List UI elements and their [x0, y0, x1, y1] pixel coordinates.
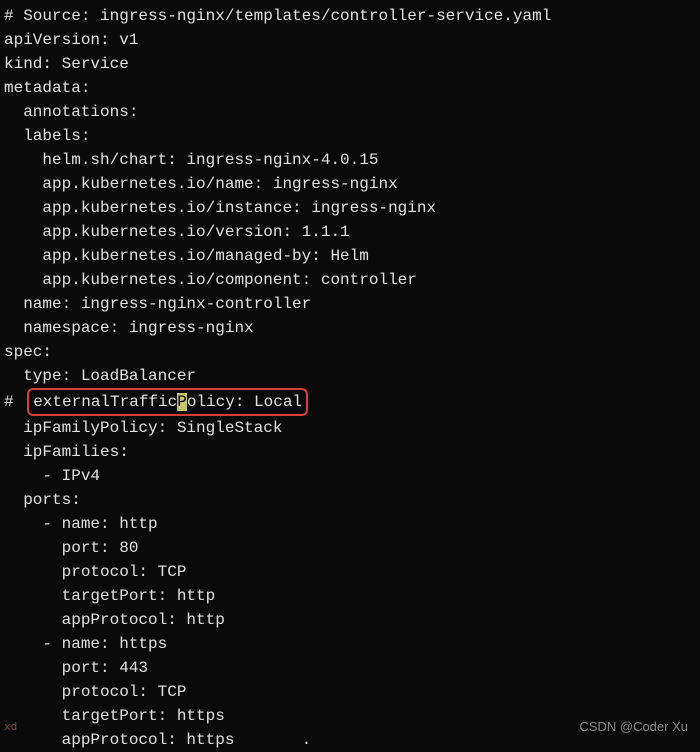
- code-line: helm.sh/chart: ingress-nginx-4.0.15: [4, 148, 696, 172]
- code-line: labels:: [4, 124, 696, 148]
- code-line: - name: http: [4, 512, 696, 536]
- code-line: targetPort: http: [4, 584, 696, 608]
- code-text: olicy: Local: [187, 393, 302, 411]
- comment-prefix: #: [4, 393, 23, 411]
- code-line: app.kubernetes.io/component: controller: [4, 268, 696, 292]
- code-line: namespace: ingress-nginx: [4, 316, 696, 340]
- code-line: name: ingress-nginx-controller: [4, 292, 696, 316]
- watermark-text: CSDN @Coder Xu: [579, 717, 688, 737]
- code-line: apiVersion: v1: [4, 28, 696, 52]
- code-line: spec:: [4, 340, 696, 364]
- highlighted-code-line: # externalTrafficPolicy: Local: [4, 388, 696, 416]
- code-line: port: 443: [4, 656, 696, 680]
- code-line: # Source: ingress-nginx/templates/contro…: [4, 4, 696, 28]
- code-line: app.kubernetes.io/instance: ingress-ngin…: [4, 196, 696, 220]
- code-line: protocol: TCP: [4, 680, 696, 704]
- cursor-position: P: [177, 393, 187, 411]
- highlight-box: externalTrafficPolicy: Local: [27, 388, 308, 416]
- code-line: ipFamilies:: [4, 440, 696, 464]
- code-line: app.kubernetes.io/managed-by: Helm: [4, 244, 696, 268]
- code-line: type: LoadBalancer: [4, 364, 696, 388]
- code-text: externalTraffic: [33, 393, 177, 411]
- code-line: annotations:: [4, 100, 696, 124]
- code-block: # Source: ingress-nginx/templates/contro…: [4, 4, 696, 752]
- code-line: kind: Service: [4, 52, 696, 76]
- code-line: ports:: [4, 488, 696, 512]
- code-line: - name: https: [4, 632, 696, 656]
- code-line: app.kubernetes.io/version: 1.1.1: [4, 220, 696, 244]
- left-marker: xd: [4, 720, 17, 737]
- code-line: app.kubernetes.io/name: ingress-nginx: [4, 172, 696, 196]
- code-line: - IPv4: [4, 464, 696, 488]
- code-line: port: 80: [4, 536, 696, 560]
- code-line: protocol: TCP: [4, 560, 696, 584]
- code-line: metadata:: [4, 76, 696, 100]
- code-line: appProtocol: http: [4, 608, 696, 632]
- code-line: ipFamilyPolicy: SingleStack: [4, 416, 696, 440]
